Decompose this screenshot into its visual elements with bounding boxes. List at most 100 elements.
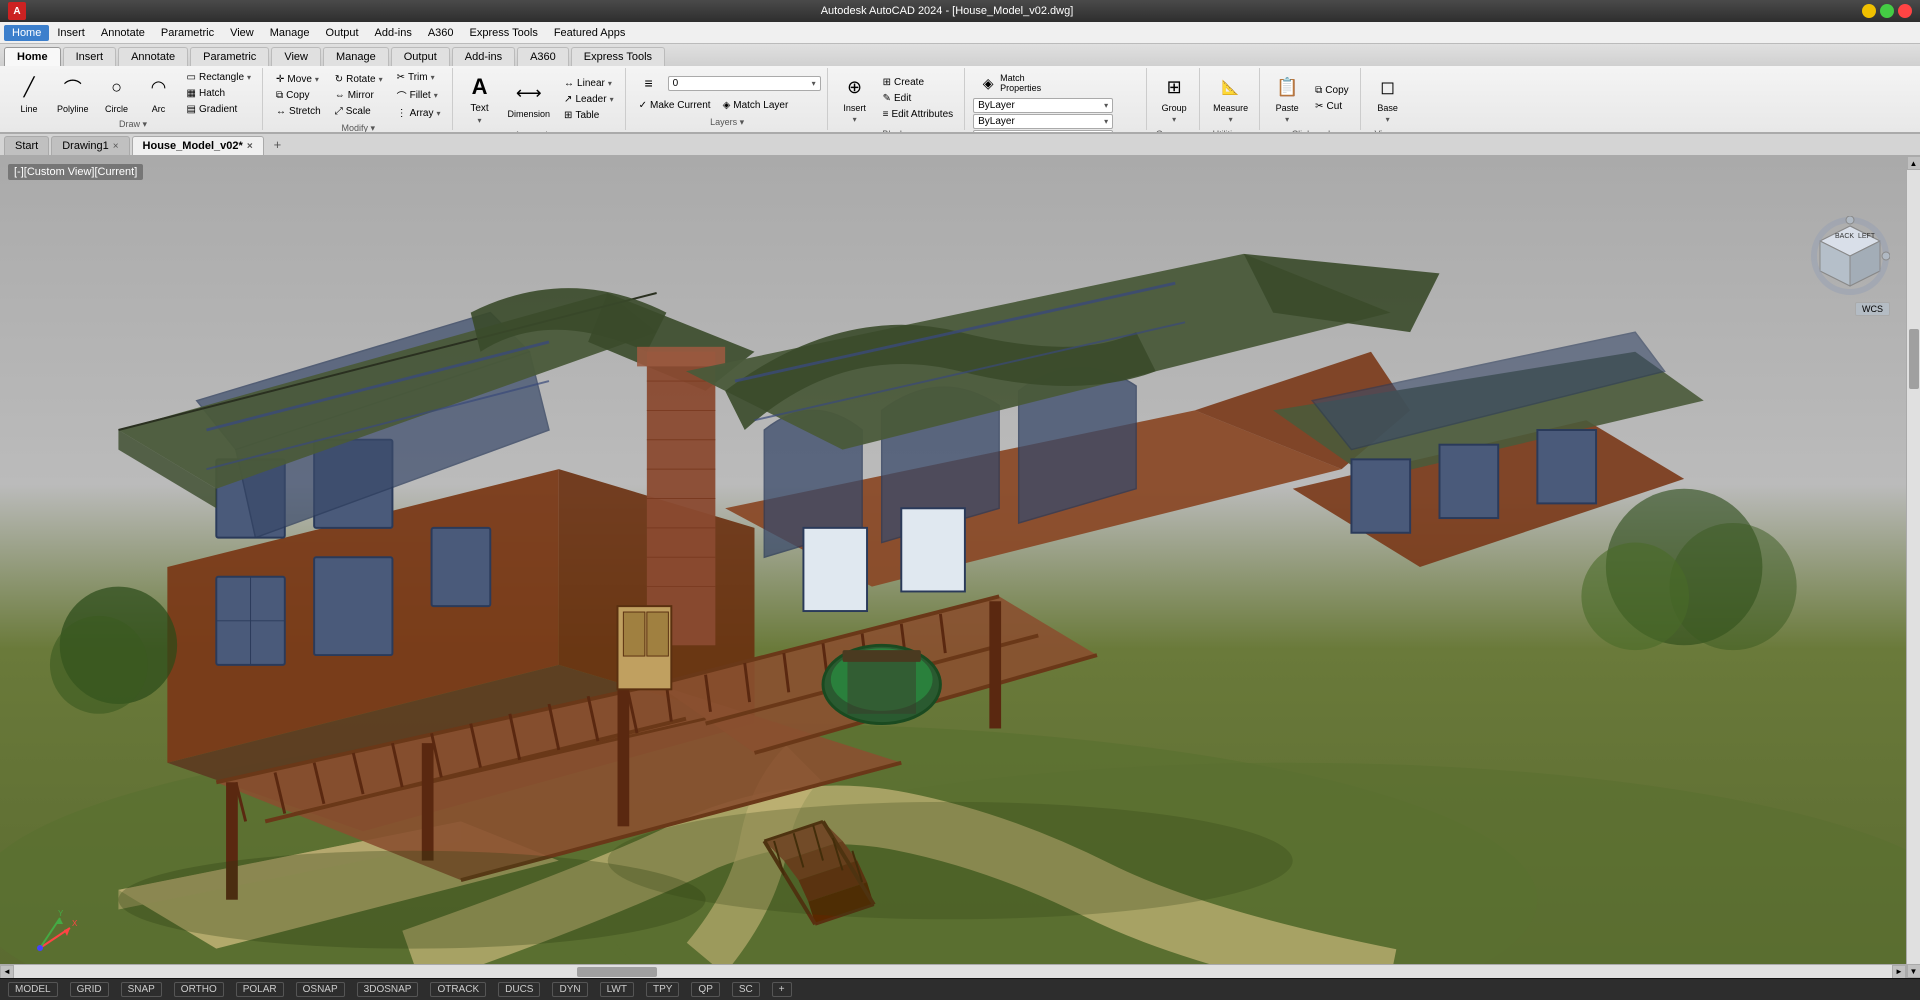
status-sc[interactable]: SC xyxy=(732,982,760,997)
tab-addins[interactable]: Add-ins xyxy=(452,47,515,66)
mirror-button[interactable]: ⇔ Mirror xyxy=(330,88,388,103)
menu-output[interactable]: Output xyxy=(318,25,367,41)
menu-addins[interactable]: Add-ins xyxy=(367,25,420,41)
create-button[interactable]: ⊞ Create xyxy=(878,75,959,90)
status-grid[interactable]: GRID xyxy=(70,982,109,997)
maximize-button[interactable] xyxy=(1880,4,1894,18)
move-label: Move xyxy=(287,74,311,85)
status-ducs[interactable]: DUCS xyxy=(498,982,540,997)
fillet-button[interactable]: ⌒ Fillet ▾ xyxy=(392,86,446,105)
layer-dropdown[interactable]: 0 ▾ xyxy=(668,76,821,91)
tab-add-button[interactable]: + xyxy=(266,134,290,155)
tab-start[interactable]: Start xyxy=(4,136,49,155)
clipboard-copy-button[interactable]: ⧉ Copy xyxy=(1310,83,1354,98)
menu-a360[interactable]: A360 xyxy=(420,25,462,41)
stretch-button[interactable]: ↔ Stretch xyxy=(271,104,326,119)
linear-button[interactable]: ↔ Linear ▾ xyxy=(559,76,619,91)
menu-view[interactable]: View xyxy=(222,25,262,41)
tab-manage[interactable]: Manage xyxy=(323,47,389,66)
scale-button[interactable]: ⤢ Scale xyxy=(330,104,388,119)
tab-drawing1[interactable]: Drawing1 × xyxy=(51,136,129,155)
copy-button[interactable]: ⧉ Copy xyxy=(271,88,326,103)
status-dyn[interactable]: DYN xyxy=(552,982,587,997)
move-button[interactable]: ✛ Move ▾ xyxy=(271,72,326,87)
line-button[interactable]: ╱ Line xyxy=(10,71,48,117)
svg-text:BACK: BACK xyxy=(1835,233,1854,240)
status-qp[interactable]: QP xyxy=(691,982,719,997)
base-button[interactable]: ◻ Base ▾ xyxy=(1369,70,1407,127)
viewcube[interactable]: BACK LEFT WCS xyxy=(1810,216,1890,296)
tab-house-model[interactable]: House_Model_v02* × xyxy=(132,136,264,155)
scroll-down-arrow[interactable]: ▼ xyxy=(1907,964,1920,978)
make-current-button[interactable]: ✓ Make Current xyxy=(634,98,716,113)
status-snap[interactable]: SNAP xyxy=(121,982,162,997)
tab-home[interactable]: Home xyxy=(4,47,61,66)
status-osnap[interactable]: OSNAP xyxy=(296,982,345,997)
annotation-group-content: A Text ▾ ⟷ Dimension ↔ Linear ▾ ↗ xyxy=(461,70,619,128)
edit-attributes-button[interactable]: ≡ Edit Attributes xyxy=(878,107,959,122)
status-model[interactable]: MODEL xyxy=(8,982,58,997)
v-scroll-thumb[interactable] xyxy=(1909,329,1919,389)
group-button[interactable]: ⊞ Group ▾ xyxy=(1155,70,1193,127)
circle-button[interactable]: ○ Circle xyxy=(98,71,136,117)
dimension-button[interactable]: ⟷ Dimension xyxy=(503,76,556,122)
cut-button[interactable]: ✂ Cut xyxy=(1310,99,1354,114)
tab-view[interactable]: View xyxy=(271,47,321,66)
menu-insert[interactable]: Insert xyxy=(49,25,93,41)
viewport[interactable]: [-][Custom View][Current] BACK LEFT WCS … xyxy=(0,156,1920,978)
trim-button[interactable]: ✂ Trim ▾ xyxy=(392,70,446,85)
array-button[interactable]: ⋮ Array ▾ xyxy=(392,106,446,121)
move-arrow: ▾ xyxy=(315,75,319,84)
menu-parametric[interactable]: Parametric xyxy=(153,25,222,41)
menu-manage[interactable]: Manage xyxy=(262,25,318,41)
scroll-left-arrow[interactable]: ◄ xyxy=(0,965,14,979)
gradient-button[interactable]: ▤ Gradient xyxy=(182,102,257,117)
menu-featured[interactable]: Featured Apps xyxy=(546,25,634,41)
rectangle-button[interactable]: ▭ Rectangle ▾ xyxy=(182,70,257,85)
menu-home[interactable]: Home xyxy=(4,25,49,41)
tab-insert[interactable]: Insert xyxy=(63,47,117,66)
status-tpy[interactable]: TPY xyxy=(646,982,679,997)
status-polar[interactable]: POLAR xyxy=(236,982,284,997)
close-button[interactable] xyxy=(1898,4,1912,18)
tab-express[interactable]: Express Tools xyxy=(571,47,665,66)
status-ortho[interactable]: ORTHO xyxy=(174,982,224,997)
tab-drawing1-close[interactable]: × xyxy=(113,141,119,152)
match-properties-button[interactable]: ◈ MatchProperties xyxy=(973,70,1046,96)
tab-annotate[interactable]: Annotate xyxy=(118,47,188,66)
tab-parametric[interactable]: Parametric xyxy=(190,47,269,66)
text-button[interactable]: A Text ▾ xyxy=(461,70,499,128)
tab-house-model-close[interactable]: × xyxy=(247,141,253,152)
scroll-right-arrow[interactable]: ► xyxy=(1892,965,1906,979)
status-otrack[interactable]: OTRACK xyxy=(430,982,486,997)
leader-button[interactable]: ↗ Leader ▾ xyxy=(559,92,619,107)
modify-col2: ↻ Rotate ▾ ⇔ Mirror ⤢ Scale xyxy=(330,72,388,119)
arc-button[interactable]: ◠ Arc xyxy=(140,71,178,117)
scroll-up-arrow[interactable]: ▲ xyxy=(1907,156,1920,170)
tab-output[interactable]: Output xyxy=(391,47,450,66)
properties-color-dropdown[interactable]: ByLayer ▾ xyxy=(973,114,1113,129)
properties-linetype-dropdown[interactable]: ByLayer ▾ xyxy=(973,130,1113,132)
properties-bylayer-dropdown[interactable]: ByLayer ▾ xyxy=(973,98,1113,113)
polyline-button[interactable]: ⌒ Polyline xyxy=(52,71,94,117)
status-add[interactable]: + xyxy=(772,982,792,997)
menu-express[interactable]: Express Tools xyxy=(462,25,546,41)
measure-button[interactable]: 📐 Measure ▾ xyxy=(1208,70,1253,127)
menu-annotate[interactable]: Annotate xyxy=(93,25,153,41)
insert-button[interactable]: ⊕ Insert ▾ xyxy=(836,70,874,127)
rotate-button[interactable]: ↻ Rotate ▾ xyxy=(330,72,388,87)
edit-button[interactable]: ✎ Edit xyxy=(878,91,959,106)
h-scrollbar: ◄ ► xyxy=(0,964,1906,978)
minimize-button[interactable] xyxy=(1862,4,1876,18)
wcs-label[interactable]: WCS xyxy=(1855,302,1890,316)
paste-button[interactable]: 📋 Paste ▾ xyxy=(1268,70,1306,127)
hatch-button[interactable]: ▦ Hatch xyxy=(182,86,257,101)
tab-a360[interactable]: A360 xyxy=(517,47,569,66)
table-button[interactable]: ⊞ Table xyxy=(559,108,619,123)
status-lwt[interactable]: LWT xyxy=(600,982,634,997)
h-scroll-thumb[interactable] xyxy=(577,967,657,977)
match-layer-button[interactable]: ◈ Match Layer xyxy=(718,98,794,113)
layer-properties-button[interactable]: ≡ xyxy=(634,70,664,96)
clipboard-copy-icon: ⧉ xyxy=(1315,85,1322,96)
status-3dosnap[interactable]: 3DOSNAP xyxy=(357,982,419,997)
